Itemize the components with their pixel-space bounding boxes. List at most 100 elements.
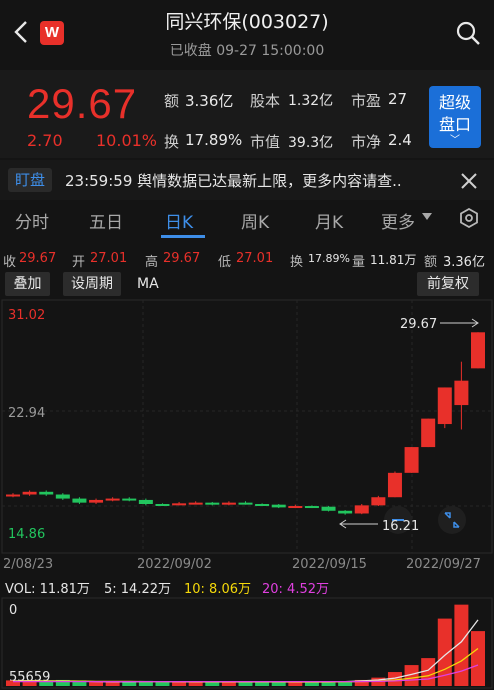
tab-five-day[interactable]: 五日 [89,208,123,233]
pe-label: 市盈 [351,92,382,110]
close-value: 29.67 [19,251,57,266]
equity-label: 股本 [250,92,281,110]
candle-body [89,499,104,503]
max-price-annotation: 29.67 [400,317,437,332]
tab-more[interactable]: 更多 [381,208,415,233]
caret-down-icon [422,213,432,220]
candle-body [122,498,137,501]
volume-bar [255,682,270,686]
low-value: 27.01 [236,251,274,266]
mktcap-label: 市值 [250,133,281,151]
candlesticks [6,332,485,515]
zoom-in-button [438,506,466,534]
candle-body [221,502,236,505]
candle-body [454,380,469,406]
low-label: 低 [218,255,232,270]
page-title: 同兴环保(003027) [165,11,329,33]
amount-label: 额 [164,92,180,110]
chart-frame [1,299,493,554]
pe-value: 27 [388,90,408,108]
turnover-row-value: 17.89% [308,252,350,265]
volume-bar [304,682,319,686]
tab-intraday[interactable]: 分时 [15,208,49,233]
vol-legend: VOL: 11.81万 [5,582,90,597]
overlay-button[interactable]: 叠加 [5,272,50,296]
candle-body [371,497,386,506]
candle-body [271,504,286,508]
close-label: 收 [3,255,17,270]
open-label: 开 [72,255,86,270]
ma-indicator-label[interactable]: MA [137,276,159,292]
chart-overlay [339,318,479,534]
candle-body [39,491,54,495]
active-tab-indicator [161,235,205,238]
candle-body [105,498,120,501]
app-logo-icon[interactable]: W [40,21,64,45]
candle-body [205,502,220,505]
turnover-label: 换 [164,133,180,151]
x-label-3: 2022/09/15 [292,557,367,572]
candle-body [338,510,353,514]
volume-bar [288,682,303,686]
x-label-1: 2/08/23 [3,557,53,572]
vol-ma5-legend: 5: 14.22万 [104,582,171,597]
search-icon[interactable] [455,20,481,46]
price-change-pct: 10.01% [96,131,158,150]
high-label: 高 [145,255,159,270]
candle-body [238,502,253,505]
price-axis-mid-label: 22.94 [8,406,45,421]
tab-weekly-k[interactable]: 周K [241,208,269,233]
alert-text[interactable]: 23:59:59 舆情数据已达最新上限，更多内容请查.. [65,170,437,191]
candle-body [471,332,485,369]
settings-icon[interactable] [459,208,479,228]
candle-body [421,418,436,448]
watch-badge[interactable]: 盯盘 [8,168,52,192]
vol-axis-top-label: 0 [9,603,17,618]
candle-body [138,499,153,504]
market-status: 已收盘 09-27 15:00:00 [169,43,325,59]
volume-bar [155,682,170,686]
candle-body [155,503,170,506]
candle-body [188,502,203,505]
candle-body [255,503,270,506]
tab-monthly-k[interactable]: 月K [315,208,343,233]
turnover-row-label: 换 [290,255,304,270]
open-value: 27.01 [90,251,128,266]
mktcap-value: 39.3亿 [288,135,334,151]
vol-ma10-legend: 10: 8.06万 [184,582,251,597]
x-label-2: 2022/09/02 [137,557,212,572]
volume-bar [221,682,236,686]
candle-body [321,506,336,511]
price-change: 2.70 [27,131,63,150]
amount-value: 3.36亿 [185,92,234,110]
kline-chart[interactable]: 31.02 22.94 14.86 2/08/23 2022/09/02 202… [0,298,494,690]
candle-body [437,387,452,425]
chevron-down-icon: ﹀ [450,135,460,146]
super-order-book-button[interactable]: 超级 盘口 ﹀ [429,86,481,148]
adjust-button[interactable]: 前复权 [417,272,479,296]
candle-body [72,498,87,503]
close-icon[interactable] [458,170,480,192]
candle-body [22,491,37,495]
equity-value: 1.32亿 [288,93,334,109]
ohlc-row: 收 29.67 开 27.01 高 29.67 低 27.01 换 17.89%… [0,246,494,270]
volume-bar [471,631,485,686]
set-period-button[interactable]: 设周期 [63,272,121,296]
candle-body [6,494,20,497]
x-label-4: 2022/09/27 [406,557,481,572]
candle-body [354,505,369,514]
volume-label: 量 [352,255,366,270]
pb-value: 2.4 [388,131,412,149]
candle-body [55,494,70,499]
vol-ma20-legend: 20: 4.52万 [262,582,329,597]
chart-grid [1,299,493,689]
volume-bar [188,682,203,686]
candle-body [172,503,187,506]
current-price: 29.67 [27,80,138,127]
min-price-annotation: 16.21 [382,519,419,534]
tab-daily-k[interactable]: 日K [165,208,193,233]
back-arrow-icon[interactable] [10,18,32,46]
candle-body [404,447,419,473]
amount-row-value: 3.36亿 [443,255,485,270]
high-value: 29.67 [163,251,201,266]
